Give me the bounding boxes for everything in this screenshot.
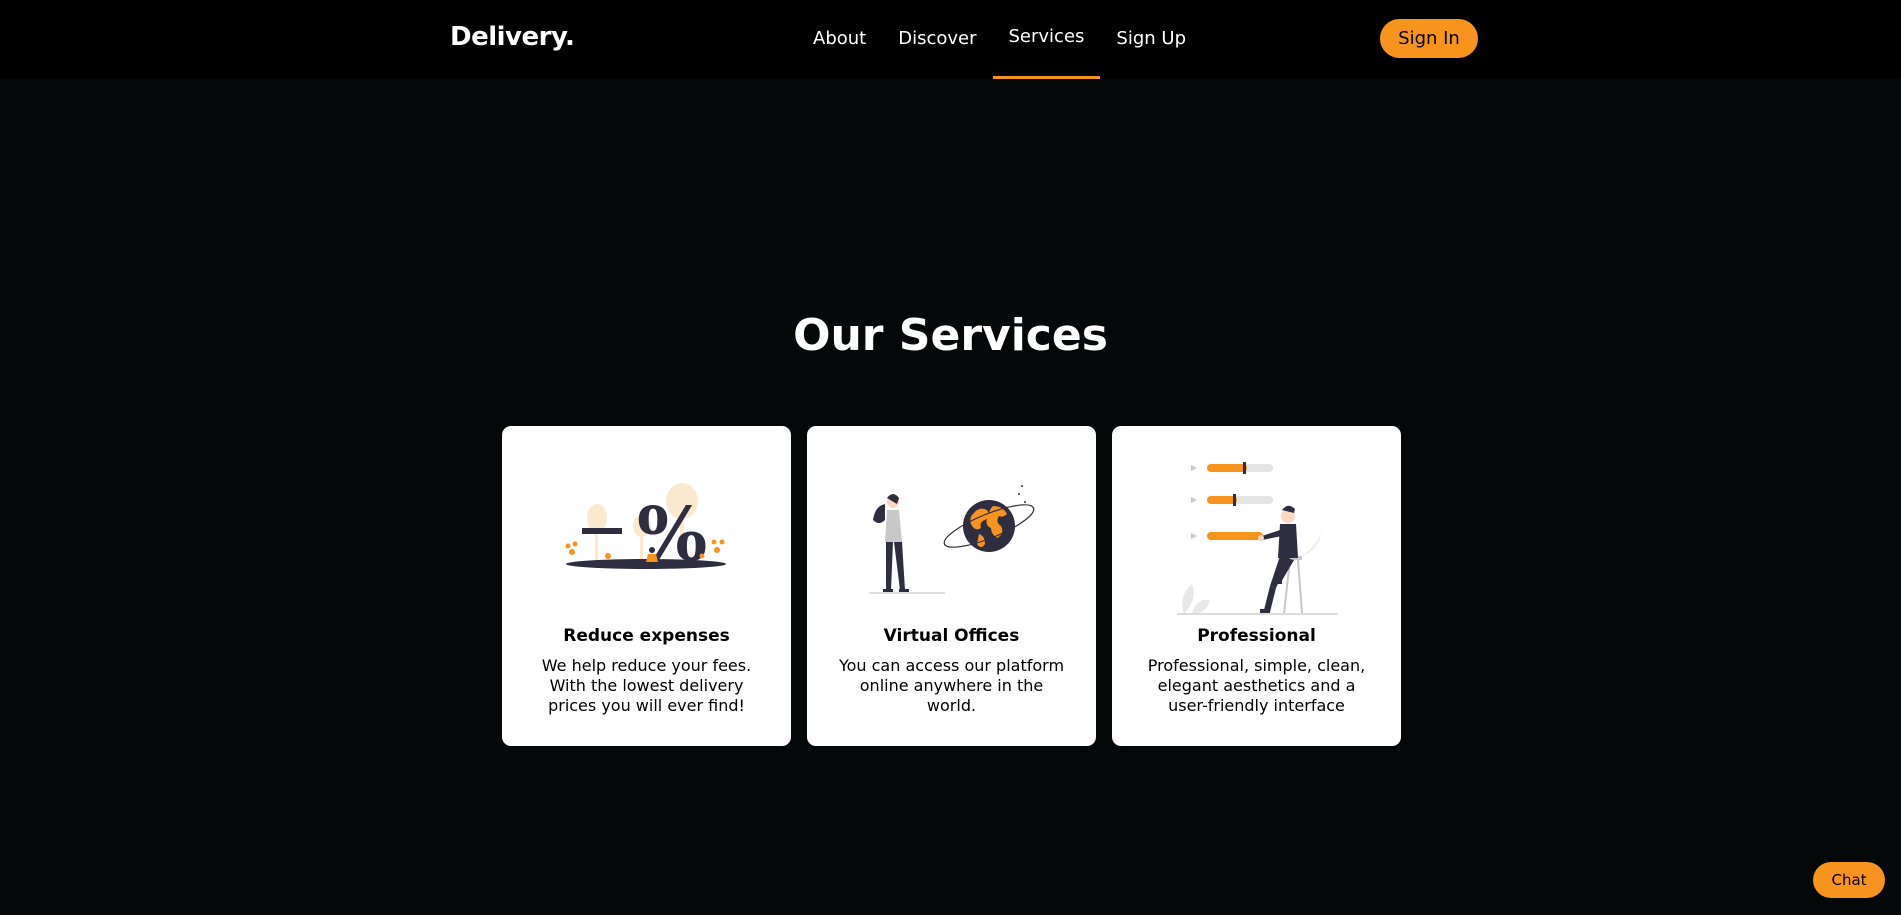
chat-button[interactable]: Chat [1813,862,1885,898]
nav-link-label: Sign Up [1116,28,1186,49]
service-card-reduce-expenses: % Reduce expenses We help reduce your fe… [502,426,791,746]
card-text: We help reduce your fees. With the lowes… [541,656,752,715]
navbar: Delivery. About Discover Services Sign U… [0,0,1901,79]
card-title: Virtual Offices [883,626,1020,646]
globe-person-illustration [869,485,1035,594]
discount-percent-illustration: % [565,483,726,578]
card-title: Professional [1197,626,1316,646]
nav-link-about[interactable]: About [797,0,882,79]
nav-link-label: Discover [898,28,977,49]
sliders-person-illustration [1177,462,1338,615]
card-title: Reduce expenses [563,626,730,646]
nav-link-discover[interactable]: Discover [882,0,992,79]
card-text: You can access our platform online anywh… [838,656,1065,715]
nav-link-services[interactable]: Services [992,0,1101,79]
svg-text:%: % [637,492,707,578]
main-nav: About Discover Services Sign Up [797,0,1202,79]
sign-in-button[interactable]: Sign In [1380,19,1478,58]
nav-link-label: Services [1008,26,1085,47]
nav-link-signup[interactable]: Sign Up [1100,0,1202,79]
logo[interactable]: Delivery. [450,22,575,52]
service-card-professional: Professional Professional, simple, clean… [1112,426,1401,746]
section-title: Our Services [793,310,1108,361]
service-card-virtual-offices: Virtual Offices You can access our platf… [807,426,1096,746]
card-text: Professional, simple, clean, elegant aes… [1147,656,1366,715]
nav-link-label: About [813,28,867,49]
